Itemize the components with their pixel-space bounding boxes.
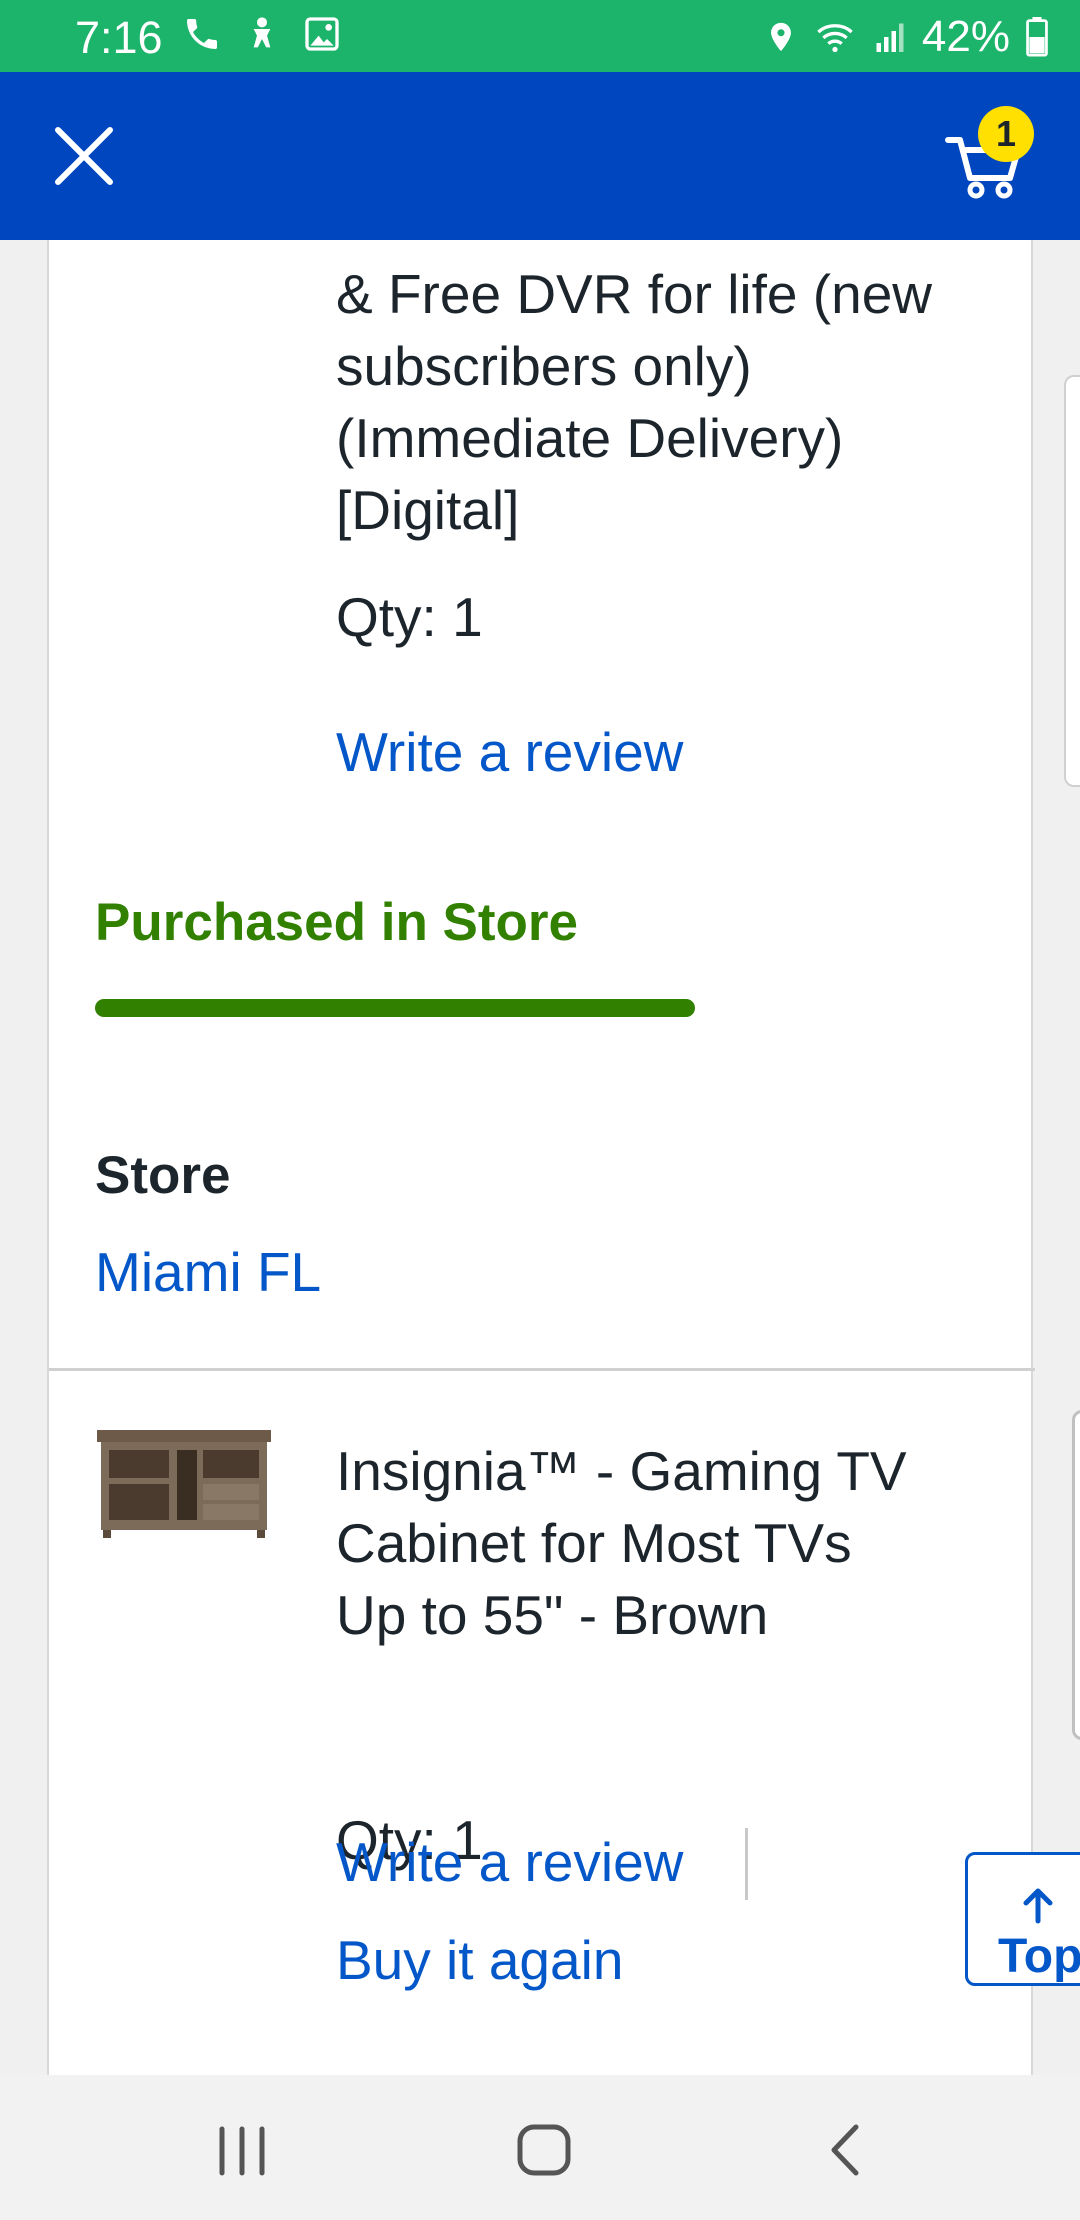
arrow-up-icon xyxy=(1023,1888,1053,1924)
order-card: & Free DVR for life (new subscribers onl… xyxy=(47,240,1035,2075)
item-description: & Free DVR for life (new subscribers onl… xyxy=(336,263,933,541)
side-panel-tab-2[interactable] xyxy=(1072,1410,1080,1740)
accessibility-icon xyxy=(253,17,271,48)
app-header: 1 xyxy=(0,72,1080,240)
status-icons-right: 42% xyxy=(764,12,1050,62)
buy-it-again-link[interactable]: Buy it again xyxy=(336,1928,623,1992)
side-panel-tab[interactable] xyxy=(1064,375,1080,787)
home-button[interactable] xyxy=(504,2115,584,2185)
signal-icon xyxy=(876,23,904,52)
recents-button[interactable] xyxy=(202,2115,282,2185)
fulfillment-progress-bar xyxy=(95,999,695,1017)
product-title[interactable]: Insignia™ - Gaming TV Cabinet for Most T… xyxy=(336,1435,1016,1651)
write-review-link[interactable]: Write a review xyxy=(336,720,683,784)
close-button[interactable] xyxy=(52,124,116,188)
gallery-icon xyxy=(305,17,339,51)
status-time: 7:16 xyxy=(75,12,163,63)
store-label: Store xyxy=(95,1146,231,1205)
system-nav-bar xyxy=(0,2075,1080,2220)
order-details-content[interactable]: & Free DVR for life (new subscribers onl… xyxy=(0,240,1080,2075)
recents-icon xyxy=(219,2126,265,2176)
status-icons-left xyxy=(182,14,342,54)
back-button[interactable] xyxy=(806,2115,886,2185)
battery-percent: 42% xyxy=(921,12,1010,61)
divider xyxy=(49,1368,1035,1371)
tv-cabinet-image[interactable] xyxy=(97,1430,271,1538)
back-icon xyxy=(831,2124,859,2176)
phone-icon xyxy=(187,19,217,49)
battery-icon xyxy=(1026,17,1048,57)
wifi-icon xyxy=(817,24,853,53)
link-separator xyxy=(745,1828,748,1900)
store-location-link[interactable]: Miami FL xyxy=(95,1240,321,1304)
back-to-top-label: Top xyxy=(998,1930,1080,1983)
home-icon xyxy=(517,2124,571,2176)
back-to-top-button[interactable]: Top xyxy=(965,1852,1080,1986)
fulfillment-status-title: Purchased in Store xyxy=(95,893,579,952)
status-bar: 7:16 42% xyxy=(0,0,1080,72)
write-review-link-2[interactable]: Write a review xyxy=(336,1830,683,1894)
close-icon xyxy=(55,127,113,185)
location-icon xyxy=(771,22,791,52)
cart-count-badge: 1 xyxy=(978,106,1034,162)
item-quantity: Qty: 1 xyxy=(336,586,483,648)
